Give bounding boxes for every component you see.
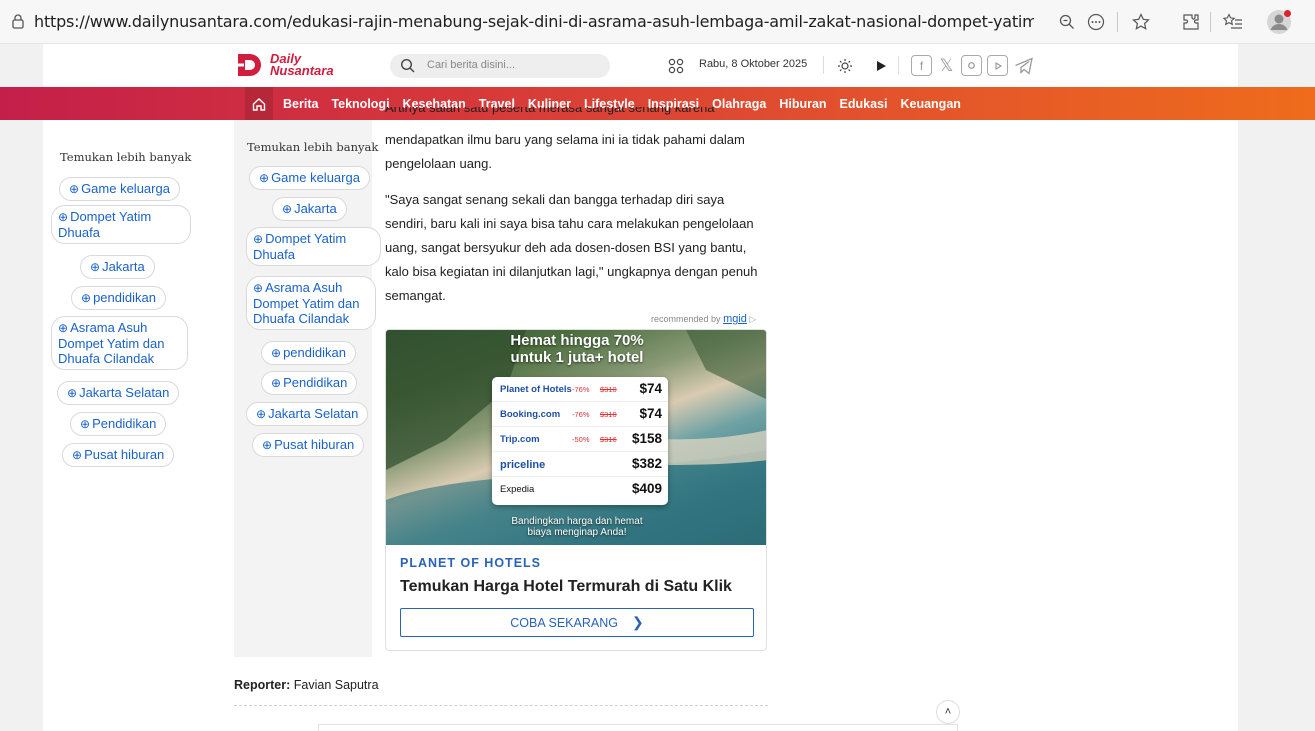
price-row: Planet of Hotels -76% $310 $74 xyxy=(492,377,668,402)
zoom-icon[interactable] xyxy=(1056,11,1078,33)
ad-title[interactable]: Temukan Harga Hotel Termurah di Satu Kli… xyxy=(400,578,732,596)
profile-avatar-icon[interactable] xyxy=(1266,9,1292,35)
plus-circle-icon: ⊕ xyxy=(69,182,80,196)
plus-circle-icon: ⊕ xyxy=(58,321,69,335)
plus-circle-icon: ⊕ xyxy=(72,448,83,462)
plus-circle-icon: ⊕ xyxy=(262,438,273,452)
ad-headline: Hemat hingga 70% untuk 1 juta+ hotel xyxy=(510,332,644,366)
scroll-to-top-button[interactable]: ˄ xyxy=(936,700,960,724)
tag-pill[interactable]: ⊕ Dompet Yatim Dhuafa xyxy=(51,205,191,244)
favorite-star-icon[interactable] xyxy=(1130,11,1152,33)
reporter-credit: Reporter: Favian Saputra xyxy=(234,678,379,692)
ad-brand: PLANET OF HOTELS xyxy=(400,556,541,570)
divider xyxy=(823,56,824,74)
price-row: Expedia $409 xyxy=(500,481,662,496)
extensions-icon[interactable] xyxy=(1180,11,1202,33)
tag-pill[interactable]: ⊕ Jakarta Selatan xyxy=(57,381,180,405)
tags-heading: Temukan lebih banyak xyxy=(60,150,192,164)
ad-caption: Bandingkan harga dan hemat biaya menginap… xyxy=(511,516,643,538)
chevron-right-icon: ❯ xyxy=(631,614,644,630)
tag-pill[interactable]: ⊕ pendidikan xyxy=(261,341,356,365)
article-paragraph: mendapatkan ilmu baru yang selama ini ia… xyxy=(385,132,745,171)
play-icon[interactable] xyxy=(870,56,892,76)
divider xyxy=(898,56,899,74)
youtube-icon[interactable] xyxy=(987,55,1008,76)
tag-pill[interactable]: ⊕ pendidikan xyxy=(71,286,166,310)
telegram-icon[interactable] xyxy=(1013,55,1034,76)
instagram-icon[interactable] xyxy=(961,55,982,76)
sponsored-ad-card[interactable]: Hemat hingga 70% untuk 1 juta+ hotel Plan… xyxy=(385,329,767,651)
current-date: Rabu, 8 Oktober 2025 xyxy=(699,58,808,70)
tag-pill[interactable]: ⊕ Asrama Asuh Dompet Yatim dan Dhuafa Cil… xyxy=(246,276,376,330)
tag-pill[interactable]: ⊕ Pusat hiburan xyxy=(252,433,365,457)
plus-circle-icon: ⊕ xyxy=(271,346,282,360)
ad-attribution[interactable]: recommended by mgid ▷ xyxy=(651,313,756,325)
plus-circle-icon: ⊕ xyxy=(271,376,282,390)
plus-circle-icon: ⊕ xyxy=(259,171,270,185)
tag-pill[interactable]: ⊕ Pendidikan xyxy=(70,412,167,436)
tag-pill[interactable]: ⊕ Jakarta Selatan xyxy=(246,402,369,426)
tags-heading: Temukan lebih banyak xyxy=(247,140,379,154)
tag-pill[interactable]: ⊕ Pusat hiburan xyxy=(62,443,175,467)
search-placeholder: Cari berita disini... xyxy=(427,59,516,71)
tag-pill[interactable]: ⊕ Asrama Asuh Dompet Yatim dan Dhuafa Cil… xyxy=(51,316,188,370)
tag-pill[interactable]: ⊕ Jakarta xyxy=(80,255,155,279)
reporter-name: Favian Saputra xyxy=(293,678,379,692)
site-info-icon[interactable] xyxy=(10,13,26,29)
url-text[interactable]: https://www.dailynusantara.com/edukasi-r… xyxy=(34,12,1034,31)
logo-text-nusantara: Nusantara xyxy=(270,63,334,78)
price-row: Booking.com -76% $310 $74 xyxy=(492,402,668,427)
theme-toggle-sun-icon[interactable] xyxy=(834,56,856,76)
nav-item-berita[interactable]: Berita xyxy=(283,97,318,111)
divider xyxy=(1210,12,1211,32)
chevron-up-icon: ˄ xyxy=(944,706,952,718)
price-row: Trip.com -50% $316 $158 xyxy=(492,427,668,452)
divider xyxy=(234,705,768,706)
price-row: priceline $382 xyxy=(492,452,668,477)
comment-box xyxy=(318,724,958,731)
more-page-actions-icon[interactable] xyxy=(1085,11,1107,33)
tag-pill[interactable]: ⊕ Game keluarga xyxy=(249,166,370,190)
plus-circle-icon: ⊕ xyxy=(256,407,267,421)
price-comparison-card: Planet of Hotels -76% $310 $74 Booking.com -… xyxy=(492,377,668,505)
article-body: mendapatkan ilmu baru yang selama ini ia… xyxy=(385,114,765,320)
tag-pill[interactable]: ⊕ Jakarta xyxy=(272,197,347,221)
plus-circle-icon: ⊕ xyxy=(67,386,78,400)
tag-pill[interactable]: ⊕ Dompet Yatim Dhuafa xyxy=(246,227,381,266)
nav-item-keuangan[interactable]: Keuangan xyxy=(900,97,960,111)
apps-grid-icon[interactable] xyxy=(665,56,687,76)
plus-circle-icon: ⊕ xyxy=(58,210,69,224)
plus-circle-icon: ⊕ xyxy=(282,202,293,216)
plus-circle-icon: ⊕ xyxy=(90,260,101,274)
nav-item-hiburan[interactable]: Hiburan xyxy=(779,97,826,111)
search-input[interactable]: Cari berita disini... xyxy=(390,54,610,78)
logo-mark-icon xyxy=(236,54,261,76)
divider xyxy=(1117,12,1118,32)
ad-cta-button[interactable]: COBA SEKARANG ❯ xyxy=(400,608,754,637)
facebook-icon[interactable]: f xyxy=(911,55,932,76)
article-paragraph: "Saya sangat senang sekali dan bangga te… xyxy=(385,192,758,303)
plus-circle-icon: ⊕ xyxy=(81,291,92,305)
nav-item-edukasi[interactable]: Edukasi xyxy=(840,97,888,111)
x-twitter-icon[interactable]: 𝕏 xyxy=(936,55,957,76)
nav-overlay-spacer xyxy=(372,87,772,120)
site-logo[interactable]: Daily Nusantara xyxy=(236,52,346,80)
tag-pill[interactable]: ⊕ Game keluarga xyxy=(59,177,180,201)
ad-image[interactable]: Hemat hingga 70% untuk 1 juta+ hotel Plan… xyxy=(386,330,766,545)
ad-choices-icon: ▷ xyxy=(749,314,757,324)
home-icon[interactable] xyxy=(245,87,273,120)
plus-circle-icon: ⊕ xyxy=(253,232,264,246)
tag-pill[interactable]: ⊕ Pendidikan xyxy=(261,371,358,395)
plus-circle-icon: ⊕ xyxy=(80,417,91,431)
plus-circle-icon: ⊕ xyxy=(253,281,264,295)
browser-address-bar: https://www.dailynusantara.com/edukasi-r… xyxy=(0,0,1315,44)
search-icon xyxy=(400,58,415,73)
favorites-list-icon[interactable] xyxy=(1222,11,1244,33)
